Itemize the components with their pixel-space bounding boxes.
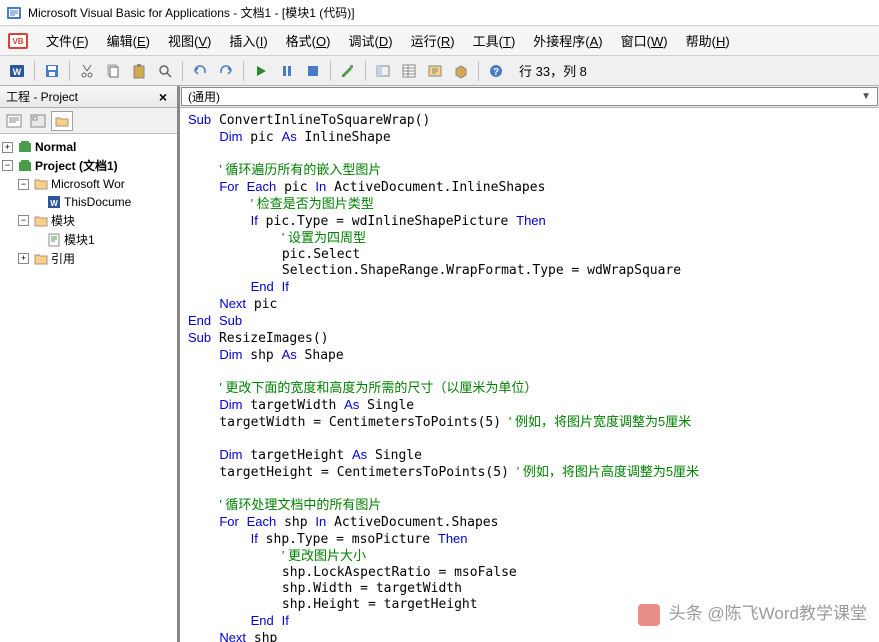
code-panel: (通用) ▼ Sub ConvertInlineToSquareWrap() D… (178, 86, 879, 642)
tree-node-modules[interactable]: − 模块 (2, 211, 175, 230)
titlebar: Microsoft Visual Basic for Applications … (0, 0, 879, 26)
project-panel-toolbar (0, 108, 177, 134)
separator (365, 61, 366, 81)
paste-button[interactable] (128, 60, 150, 82)
separator (182, 61, 183, 81)
menu-tools[interactable]: 工具(T) (471, 29, 518, 52)
run-button[interactable] (250, 60, 272, 82)
tree-node-refs[interactable]: + 引用 (2, 249, 175, 268)
separator (330, 61, 331, 81)
view-word-button[interactable]: W (6, 60, 28, 82)
menu-help[interactable]: 帮助(H) (684, 29, 732, 52)
collapse-icon[interactable]: − (18, 179, 29, 190)
separator (478, 61, 479, 81)
folder-icon (33, 251, 49, 267)
svg-text:W: W (50, 199, 58, 208)
tree-label: Microsoft Wor (51, 177, 125, 191)
collapse-icon[interactable]: − (18, 215, 29, 226)
tree-node-thisdoc[interactable]: W ThisDocume (2, 193, 175, 211)
reset-button[interactable] (302, 60, 324, 82)
project-icon (17, 139, 33, 155)
tree-label: Normal (35, 140, 76, 154)
separator (34, 61, 35, 81)
word-doc-icon: W (46, 194, 62, 210)
toggle-folders-button[interactable] (51, 111, 73, 131)
redo-button[interactable] (215, 60, 237, 82)
menu-view[interactable]: 视图(V) (166, 29, 213, 52)
project-panel-title: 工程 - Project (6, 88, 78, 105)
cursor-position-status: 行 33，列 8 (519, 61, 587, 80)
menu-window[interactable]: 窗口(W) (619, 29, 670, 52)
expand-icon[interactable]: + (18, 253, 29, 264)
menu-addins[interactable]: 外接程序(A) (531, 29, 604, 52)
toolbar: W ? 行 33，列 8 (0, 56, 879, 86)
cut-button[interactable] (76, 60, 98, 82)
tree-label: ThisDocume (64, 195, 131, 209)
menu-format[interactable]: 格式(O) (284, 29, 333, 52)
menu-file[interactable]: 文件(F) (44, 29, 91, 52)
svg-text:VB: VB (12, 37, 23, 46)
expand-icon[interactable]: + (2, 142, 13, 153)
save-button[interactable] (41, 60, 63, 82)
svg-text:?: ? (493, 67, 499, 78)
project-panel-close-button[interactable]: × (155, 89, 171, 105)
vba-app-icon (6, 5, 22, 21)
separator (243, 61, 244, 81)
menu-insert[interactable]: 插入(I) (227, 29, 269, 52)
tree-node-project1[interactable]: − Project (文档1) (2, 156, 175, 175)
tree-node-module1[interactable]: 模块1 (2, 230, 175, 249)
collapse-icon[interactable]: − (2, 160, 13, 171)
toolbox-button[interactable] (450, 60, 472, 82)
design-mode-button[interactable] (337, 60, 359, 82)
menu-run[interactable]: 运行(R) (409, 29, 457, 52)
folder-icon (33, 176, 49, 192)
project-icon (17, 158, 33, 174)
menu-edit[interactable]: 编辑(E) (105, 29, 152, 52)
project-explorer-panel: 工程 - Project × + Normal − Project (文档1) … (0, 86, 178, 642)
properties-button[interactable] (398, 60, 420, 82)
view-object-button[interactable] (27, 111, 49, 131)
copy-button[interactable] (102, 60, 124, 82)
module-icon (46, 232, 62, 248)
tree-node-normal[interactable]: + Normal (2, 138, 175, 156)
code-editor[interactable]: Sub ConvertInlineToSquareWrap() Dim pic … (180, 108, 879, 642)
object-dropdown-value: (通用) (188, 88, 220, 105)
find-button[interactable] (154, 60, 176, 82)
separator (69, 61, 70, 81)
menu-debug[interactable]: 调试(D) (346, 29, 394, 52)
window-title: Microsoft Visual Basic for Applications … (28, 4, 355, 21)
tree-label: Project (文档1) (35, 157, 118, 174)
menubar: VB 文件(F) 编辑(E) 视图(V) 插入(I) 格式(O) 调试(D) 运… (0, 26, 879, 56)
main-area: 工程 - Project × + Normal − Project (文档1) … (0, 86, 879, 642)
folder-icon (33, 213, 49, 229)
view-code-button[interactable] (3, 111, 25, 131)
project-explorer-button[interactable] (372, 60, 394, 82)
chevron-down-icon: ▼ (861, 91, 871, 102)
svg-text:W: W (13, 67, 22, 77)
vba-logo-icon: VB (6, 29, 30, 53)
project-panel-header: 工程 - Project × (0, 86, 177, 108)
project-tree: + Normal − Project (文档1) − Microsoft Wor… (0, 134, 177, 272)
object-dropdown[interactable]: (通用) ▼ (181, 87, 878, 106)
undo-button[interactable] (189, 60, 211, 82)
tree-label: 引用 (51, 250, 75, 267)
help-button[interactable]: ? (485, 60, 507, 82)
tree-label: 模块 (51, 212, 75, 229)
tree-node-msword[interactable]: − Microsoft Wor (2, 175, 175, 193)
tree-label: 模块1 (64, 231, 95, 248)
break-button[interactable] (276, 60, 298, 82)
object-browser-button[interactable] (424, 60, 446, 82)
code-dropdown-row: (通用) ▼ (180, 86, 879, 108)
